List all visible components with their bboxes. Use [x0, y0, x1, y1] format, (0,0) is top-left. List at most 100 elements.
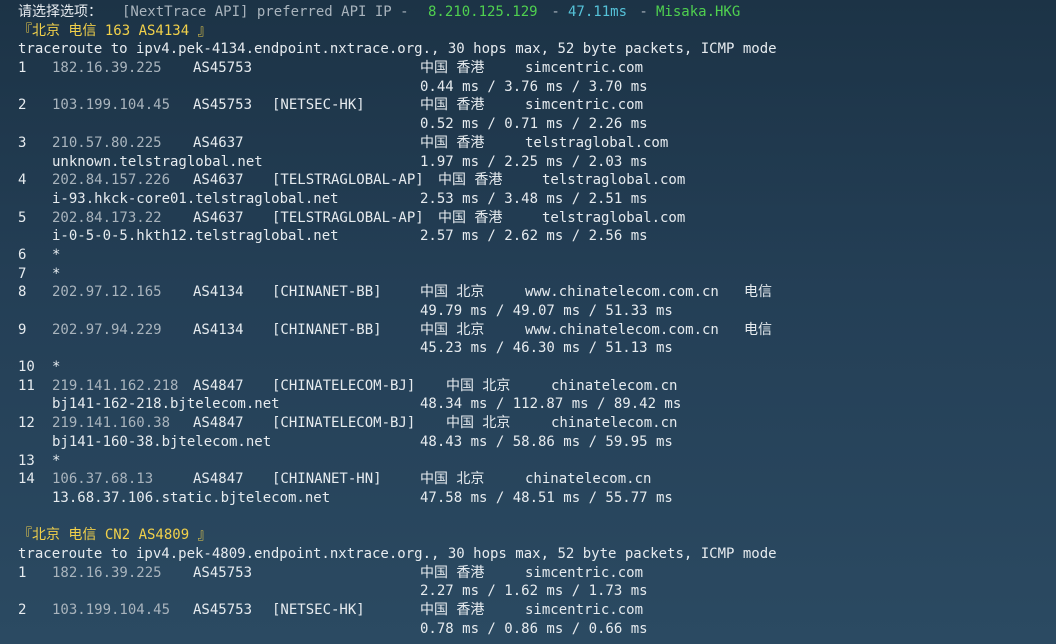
- hop-number: 13: [18, 452, 35, 469]
- hop-rtt: 1.97 ms / 2.25 ms / 2.03 ms: [420, 153, 648, 170]
- hop-location: 中国 香港: [420, 564, 485, 581]
- hop-ip: 106.37.68.13: [52, 471, 154, 488]
- hop-asn: AS4637: [193, 172, 244, 189]
- hop-domain: www.chinatelecom.com.cn: [525, 284, 719, 301]
- hop-rtt: 2.53 ms / 3.48 ms / 2.51 ms: [420, 190, 648, 207]
- hop-number: 2: [18, 602, 27, 618]
- hop-row: 13 *: [18, 452, 1056, 471]
- hop-row: 14 106.37.68.13 AS4847 [CHINANET-HN] 中国 北京 ch…: [18, 470, 1056, 489]
- hop-location: 中国 北京: [446, 377, 511, 394]
- hop-domain: chinatelecom.cn: [551, 415, 678, 432]
- hop-detail-row: 49.79 ms / 49.07 ms / 51.33 ms: [18, 302, 1056, 321]
- hop-detail-row: 0.44 ms / 3.76 ms / 3.70 ms: [18, 78, 1056, 97]
- hop-number: 1: [18, 60, 27, 77]
- hop-domain: telstraglobal.com: [542, 172, 686, 189]
- hop-domain: telstraglobal.com: [542, 209, 686, 226]
- hop-location: 中国 香港: [420, 602, 485, 618]
- hop-domain: simcentric.com: [525, 60, 644, 77]
- hop-row: 7 *: [18, 265, 1056, 284]
- hop-row: 2 103.199.104.45 AS45753 [NETSEC-HK] 中国 香港 si…: [18, 601, 1056, 620]
- hop-number: 14: [18, 471, 35, 488]
- hop-ip: 182.16.39.225: [52, 60, 162, 77]
- hop-row: 2 103.199.104.45 AS45753 [NETSEC-HK] 中国 香港 si…: [18, 96, 1056, 115]
- hop-asn: AS4134: [193, 284, 244, 301]
- hop-ip: 202.84.173.22: [52, 209, 162, 226]
- hop-detail-row: bj141-160-38.bjtelecom.net 48.43 ms / 58.…: [18, 433, 1056, 452]
- hop-ip: 202.97.94.229: [52, 321, 162, 338]
- traceroute-command: traceroute to ipv4.pek-4809.endpoint.nxt…: [18, 545, 1056, 564]
- hop-number: 4: [18, 172, 27, 189]
- hop-timeout: *: [52, 359, 61, 376]
- hop-net-tag: [TELSTRAGLOBAL-AP]: [272, 209, 424, 226]
- hop-asn: AS4847: [193, 377, 244, 394]
- hop-asn: AS45753: [193, 602, 253, 618]
- hop-ip: 202.84.157.226: [52, 172, 171, 189]
- hop-domain: simcentric.com: [525, 97, 644, 114]
- hop-detail-row: bj141-162-218.bjtelecom.net 48.34 ms / 11…: [18, 395, 1056, 414]
- section-title: 『北京 电信 163 AS4134 』: [18, 22, 1056, 41]
- terminal-output[interactable]: 请选择选项： [NextTrace API] preferred API IP …: [0, 0, 1056, 644]
- hop-ip: 219.141.160.38: [52, 415, 171, 432]
- hop-location: 中国 香港: [438, 209, 503, 226]
- hop-row: 1 182.16.39.225 AS45753 中国 香港 simcentric.com: [18, 564, 1056, 583]
- hop-row: 12 219.141.160.38 AS4847 [CHINATELECOM-BJ] 中…: [18, 414, 1056, 433]
- hop-detail-row: unknown.telstraglobal.net 1.97 ms / 2.25 …: [18, 153, 1056, 172]
- sep-2: -: [631, 4, 657, 20]
- hop-asn: AS45753: [193, 97, 253, 114]
- hop-ip: 210.57.80.225: [52, 134, 162, 151]
- hop-isp: 电信: [744, 321, 772, 338]
- hop-domain: chinatelecom.cn: [525, 471, 652, 488]
- section-title-text: 『北京 电信 163 AS4134 』: [18, 22, 212, 39]
- api-node: Misaka.HKG: [656, 4, 741, 20]
- hop-ip: 219.141.162.218: [52, 377, 179, 394]
- hop-timeout: *: [52, 246, 61, 263]
- hop-net-tag: [CHINANET-BB]: [272, 284, 382, 301]
- hop-number: 9: [18, 321, 27, 338]
- hop-row: 11 219.141.162.218 AS4847 [CHINATELECOM-BJ]…: [18, 377, 1056, 396]
- hop-hostname: 13.68.37.106.static.bjtelecom.net: [52, 489, 331, 506]
- hop-ip: 202.97.12.165: [52, 284, 162, 301]
- hop-rtt: 45.23 ms / 46.30 ms / 51.13 ms: [420, 340, 673, 357]
- hop-number: 10: [18, 359, 35, 376]
- hop-timeout: *: [52, 265, 61, 282]
- api-latency: 47.11ms: [568, 4, 628, 20]
- sep-1: -: [543, 4, 569, 20]
- hop-hostname: unknown.telstraglobal.net: [52, 153, 263, 170]
- hop-number: 5: [18, 209, 27, 226]
- hop-location: 中国 北京: [420, 471, 485, 488]
- hop-domain: simcentric.com: [525, 564, 644, 581]
- hop-number: 11: [18, 377, 35, 394]
- hop-location: 中国 香港: [420, 60, 485, 77]
- hop-asn: AS4637: [193, 209, 244, 226]
- hop-number: 8: [18, 284, 27, 301]
- hop-asn: AS4134: [193, 321, 244, 338]
- api-ip: 8.210.125.129: [428, 4, 538, 20]
- hop-location: 中国 北京: [420, 284, 485, 301]
- hop-asn: AS4637: [193, 134, 244, 151]
- hop-detail-row: 0.78 ms / 0.86 ms / 0.66 ms: [18, 620, 1056, 639]
- hop-row: 6 *: [18, 246, 1056, 265]
- hop-rtt: 48.43 ms / 58.86 ms / 59.95 ms: [420, 433, 673, 450]
- hop-row: 9 202.97.94.229 AS4134 [CHINANET-BB] 中国 北京 ww…: [18, 321, 1056, 340]
- hop-ip: 103.199.104.45: [52, 97, 171, 114]
- hop-net-tag: [CHINATELECOM-BJ]: [272, 415, 416, 432]
- hop-rtt: 2.57 ms / 2.62 ms / 2.56 ms: [420, 228, 648, 245]
- hop-row: 10 *: [18, 358, 1056, 377]
- hop-location: 中国 北京: [446, 415, 511, 432]
- hop-hostname: bj141-160-38.bjtelecom.net: [52, 433, 272, 450]
- hop-hostname: bj141-162-218.bjtelecom.net: [52, 396, 280, 413]
- hop-isp: 电信: [744, 284, 772, 301]
- hop-rtt: 47.58 ms / 48.51 ms / 55.77 ms: [420, 489, 673, 506]
- section-title: 『北京 电信 CN2 AS4809 』: [18, 526, 1056, 545]
- hop-timeout: *: [52, 452, 61, 469]
- hop-net-tag: [CHINATELECOM-BJ]: [272, 377, 416, 394]
- hop-row: 1 182.16.39.225 AS45753 中国 香港 simcentric.com: [18, 59, 1056, 78]
- hop-hostname: i-93.hkck-core01.telstraglobal.net: [52, 190, 339, 207]
- hop-detail-row: 0.52 ms / 0.71 ms / 2.26 ms: [18, 115, 1056, 134]
- hop-location: 中国 香港: [420, 134, 485, 151]
- hop-row: 3 210.57.80.225 AS4637 中国 香港 telstraglobal.c…: [18, 134, 1056, 153]
- hop-detail-row: 13.68.37.106.static.bjtelecom.net 47.58 m…: [18, 489, 1056, 508]
- hop-net-tag: [TELSTRAGLOBAL-AP]: [272, 172, 424, 189]
- api-text: [NextTrace API] preferred API IP -: [122, 4, 418, 20]
